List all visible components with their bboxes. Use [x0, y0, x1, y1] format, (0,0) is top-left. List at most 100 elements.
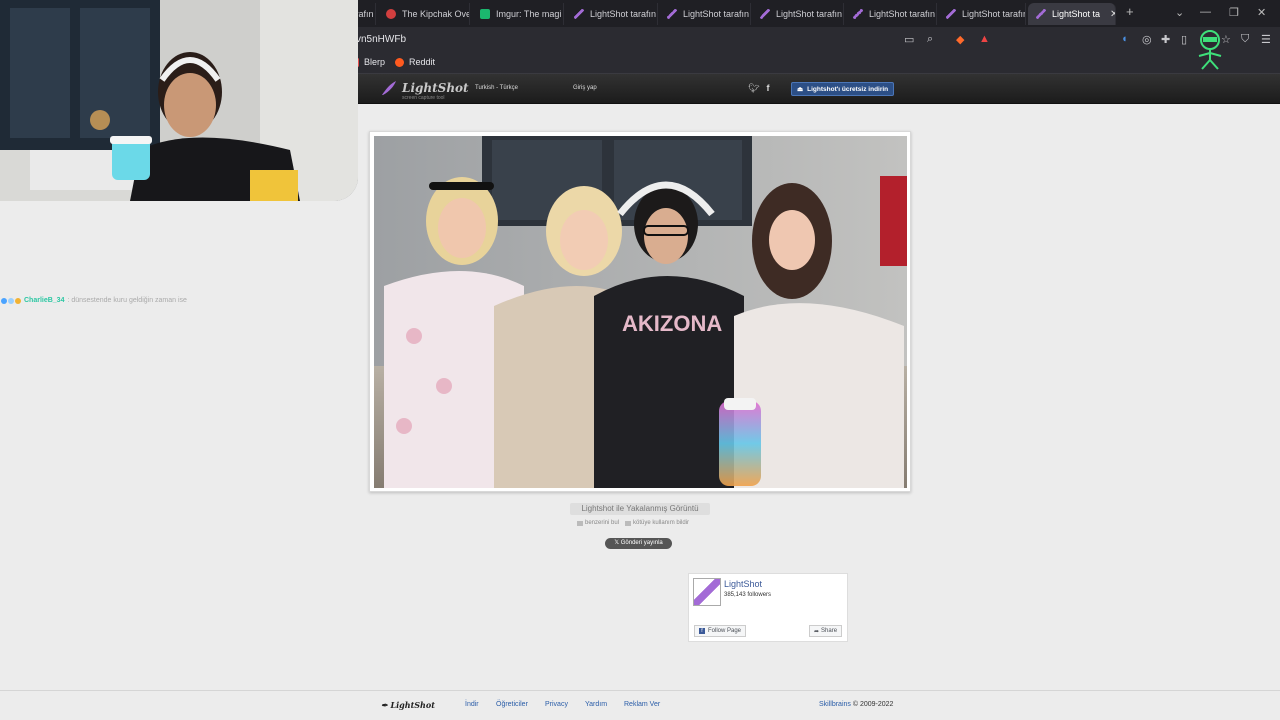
badge-icon [8, 297, 14, 304]
photo-illustration: AKIZONA [374, 136, 907, 488]
browser-tab-active[interactable]: LightShot ta ✕ [1028, 3, 1116, 25]
stream-mascot-icon [1198, 30, 1222, 70]
browser-tab[interactable]: LightShot tarafın [845, 3, 937, 25]
reddit-icon [395, 57, 404, 67]
vpn-shield-icon[interactable]: ⛉ [1241, 33, 1249, 46]
page-footer: ✒ LightShot İndir Öğreticiler Privacy Ya… [0, 690, 1280, 720]
zoom-icon[interactable]: ⌕ [927, 33, 933, 46]
close-window-icon[interactable]: ✕ [1257, 6, 1266, 19]
badge-icon [15, 297, 21, 304]
copyright-years: © 2009-2022 [852, 701, 894, 708]
browser-tab[interactable]: LightShot tarafın [659, 3, 751, 25]
browser-tab[interactable]: The Kipchak Ove [378, 3, 470, 25]
reader-mode-icon[interactable]: ▭ [904, 33, 914, 46]
bookmark-blerp[interactable]: Blerp [356, 57, 385, 67]
tab-title: Imgur: The magi [496, 9, 562, 19]
tab-title: LightShot tarafın [962, 9, 1026, 19]
follow-label: Follow Page [708, 628, 742, 634]
share-button[interactable]: ➦ Share [809, 625, 843, 637]
footer-link-advertise[interactable]: Reklam Ver [624, 701, 660, 708]
chat-message: CharlieB_34 : dünsestende kuru geldiğin … [1, 297, 187, 304]
copyright: Skillbrains © 2009-2022 [819, 701, 893, 708]
feather-icon [382, 81, 396, 95]
image-icon [577, 520, 583, 526]
footer-link-privacy[interactable]: Privacy [545, 701, 568, 708]
report-abuse-link[interactable]: kötüye kullanım bildir [625, 520, 689, 526]
footer-link-tutorials[interactable]: Öğreticiler [496, 701, 528, 708]
tweet-button[interactable]: 𝕏 Gönderi yayınla [605, 538, 672, 549]
page-name[interactable]: LightShot [724, 579, 762, 589]
logo-tagline: screen capture tool [402, 95, 445, 101]
find-similar-link[interactable]: benzerini bul [577, 520, 619, 526]
skillbrains-link[interactable]: Skillbrains [819, 701, 851, 708]
new-tab-button[interactable]: + [1126, 4, 1134, 19]
maximize-icon[interactable]: ❐ [1229, 6, 1239, 19]
twitter-icon[interactable]: 🐦︎ [748, 83, 759, 94]
badge-icon [1, 297, 7, 304]
tab-title: LightShot tarafın [683, 9, 750, 19]
sidebar-icon[interactable]: ▯ [1181, 33, 1187, 46]
browser-tab[interactable]: Imgur: The magi [472, 3, 564, 25]
tab-title: LightShot tarafın [869, 9, 936, 19]
tab-favicon-icon [760, 9, 770, 19]
audio-icon[interactable]: ◖ [1121, 33, 1128, 45]
tab-title: The Kipchak Ove [402, 9, 470, 19]
puzzle-extensions-icon[interactable]: ✚ [1161, 33, 1170, 46]
download-icon: ⏏ [797, 86, 804, 93]
webcam-illustration [0, 0, 358, 201]
logo-text: LightShot [402, 81, 469, 95]
chat-text: : dünsestende kuru geldiğin zaman ise [67, 297, 187, 304]
download-button[interactable]: ⏏ Lightshot'ı ücretsiz indirin [791, 82, 895, 96]
brave-shield-icon[interactable]: ◆ [956, 33, 964, 46]
browser-tab[interactable]: LightShot tarafın [752, 3, 844, 25]
bookmark-reddit[interactable]: Reddit [395, 57, 435, 67]
close-tab-icon[interactable]: ✕ [1110, 9, 1115, 20]
facebook-icon[interactable]: f [766, 83, 769, 94]
chat-badges [1, 297, 21, 304]
browser-tab[interactable]: LightShot tarafın [566, 3, 658, 25]
tab-favicon-icon [480, 9, 490, 19]
follow-page-button[interactable]: f Follow Page [694, 625, 747, 637]
tab-favicon-icon [574, 9, 584, 19]
minimize-icon[interactable]: — [1200, 6, 1211, 18]
page-avatar[interactable] [693, 578, 721, 606]
followers-count: 385,143 followers [724, 592, 772, 598]
share-arrow-icon: ➦ [814, 628, 820, 635]
menu-icon[interactable]: ☰ [1261, 33, 1271, 46]
screenshot-frame: AKIZONA [369, 131, 911, 492]
tab-favicon-icon [946, 9, 956, 19]
tab-title: LightShot tarafın [590, 9, 657, 19]
facebook-icon: f [699, 628, 705, 634]
share-label: Share [821, 628, 838, 634]
brave-rewards-icon[interactable]: ▲ [979, 33, 990, 45]
tab-favicon-icon [667, 9, 677, 19]
chat-username: CharlieB_34 [24, 297, 65, 304]
facebook-page-widget: LightShot 385,143 followers f Follow Pag… [688, 573, 848, 642]
screenshot-caption: Lightshot ile Yakalanmış Görüntü [570, 503, 710, 515]
tab-favicon-icon [1036, 9, 1046, 19]
social-links: 🐦︎ f [748, 83, 769, 94]
shirt-text: AKIZONA [622, 311, 722, 336]
bookmark-label: Reddit [409, 57, 436, 67]
tab-list-chevron-icon[interactable]: ⌄ [1175, 6, 1184, 19]
bookmark-label: Blerp [364, 57, 386, 67]
tweet-label: Gönderi yayınla [620, 540, 663, 546]
image-actions: benzerini bul kötüye kullanım bildir [577, 520, 689, 526]
download-label: Lightshot'ı ücretsiz indirin [807, 85, 889, 93]
trash-icon [625, 520, 632, 526]
browser-tab[interactable]: LightShot tarafın [938, 3, 1026, 25]
tab-title: LightShot tarafın [776, 9, 843, 19]
footer-link-download[interactable]: İndir [465, 701, 479, 708]
url-field[interactable]: vn5nHWFb [356, 34, 406, 45]
tab-title: LightShot ta [1052, 9, 1101, 19]
login-link[interactable]: Giriş yap [573, 85, 597, 91]
tab-favicon-icon [853, 9, 863, 19]
language-select[interactable]: Turkish - Türkçe [475, 85, 518, 91]
webcam-overlay [0, 0, 358, 201]
lightshot-logo[interactable]: LightShot screen capture tool [380, 79, 469, 101]
footer-logo[interactable]: ✒ LightShot [381, 700, 435, 710]
footer-link-help[interactable]: Yardım [585, 701, 607, 708]
extension-icon[interactable]: ◎ [1142, 33, 1152, 46]
screenshot-image[interactable]: AKIZONA [374, 136, 907, 488]
tab-favicon-icon [386, 9, 396, 19]
